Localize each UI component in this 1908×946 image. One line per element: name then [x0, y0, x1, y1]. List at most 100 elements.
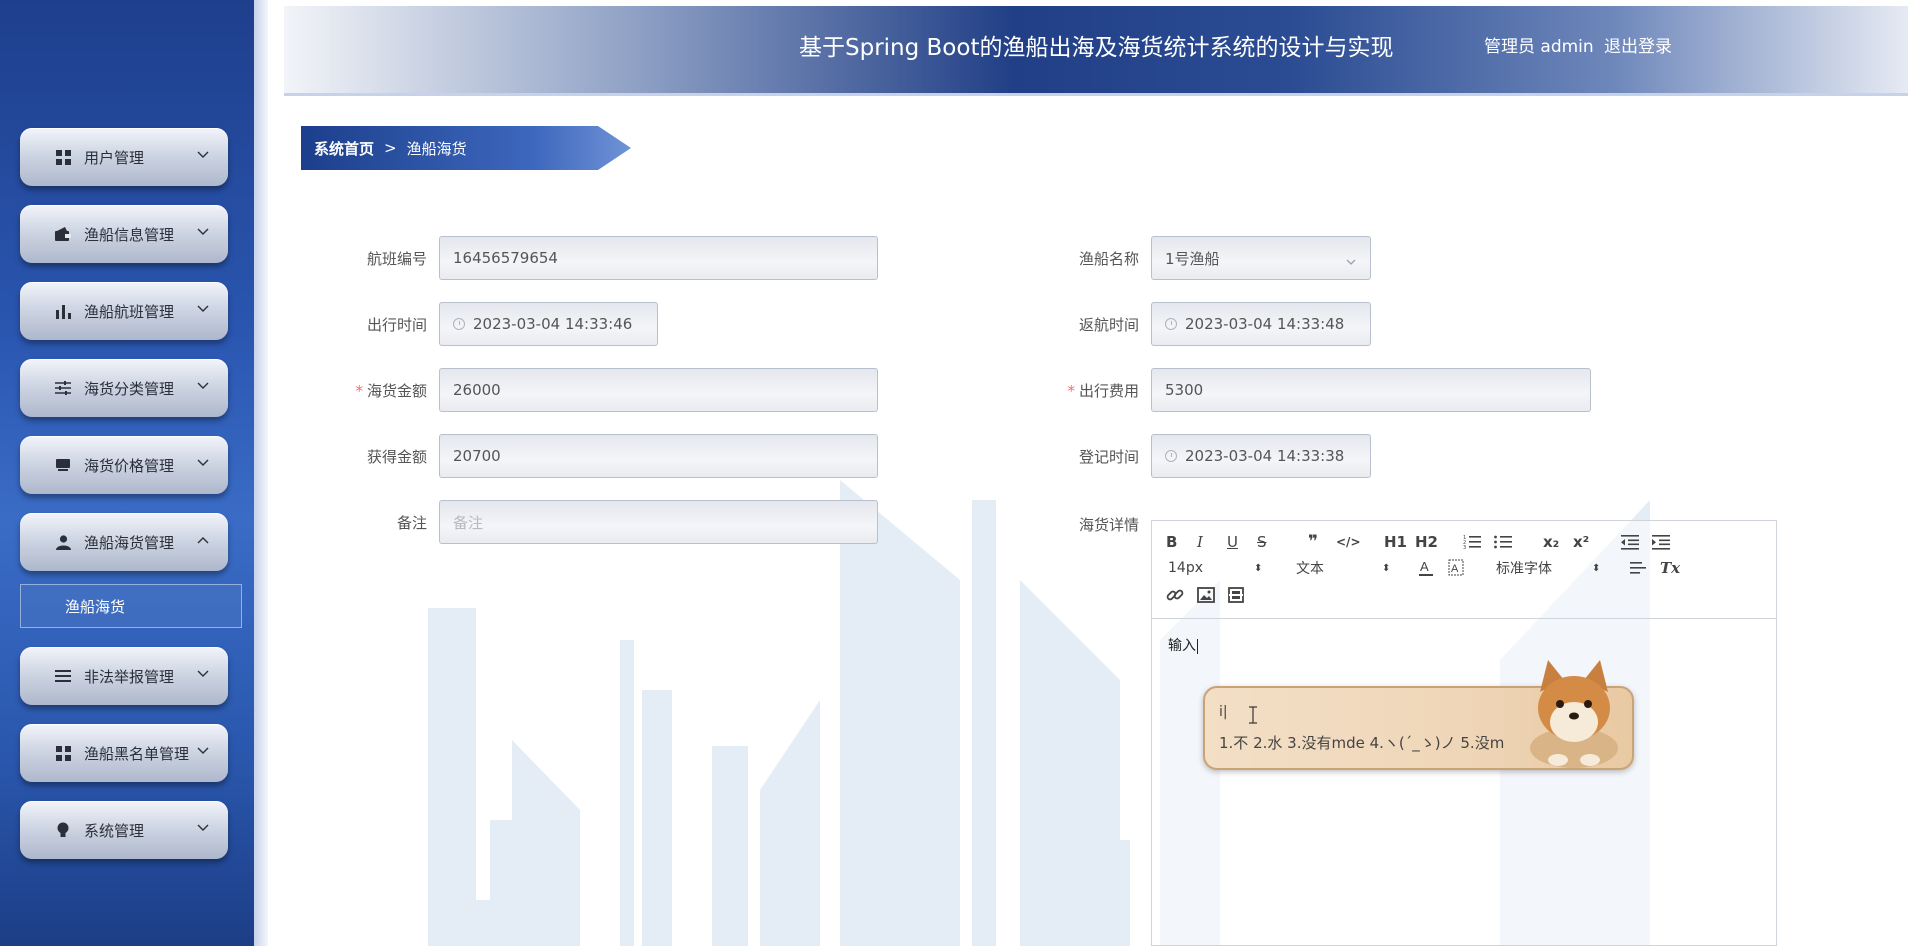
code-block-button[interactable]: </> — [1336, 531, 1361, 553]
return-time-picker[interactable]: 2023-03-04 14:33:48 — [1151, 302, 1371, 346]
clear-format-button[interactable]: Tx — [1660, 557, 1680, 579]
font-family-select[interactable]: 标准字体 ⬍ — [1496, 557, 1606, 579]
wallet-icon — [54, 225, 72, 243]
sidebar-item-boat-info[interactable]: 渔船信息管理 — [20, 205, 228, 263]
subscript-button[interactable]: x₂ — [1543, 531, 1559, 553]
chevron-down-icon — [196, 301, 210, 315]
chevron-down-icon — [196, 378, 210, 392]
font-size-value: 14px — [1168, 560, 1203, 576]
flight-no-label: 航班编号 — [366, 250, 427, 268]
superscript-button[interactable]: x² — [1573, 531, 1589, 553]
sidebar-subitem-label: 渔船海货 — [65, 597, 126, 616]
updown-arrow-icon: ⬍ — [1382, 562, 1391, 574]
list-icon — [54, 667, 72, 685]
breadcrumb-home-link[interactable]: 系统首页 — [314, 138, 374, 159]
block-type-select[interactable]: 文本 ⬍ — [1296, 557, 1396, 579]
ime-candidate-popup: i| 1.不 2.水 3.没有mde 4.ヽ(´_ゝ)ノ 5.没m — [1203, 660, 1634, 770]
grid-icon — [54, 744, 72, 762]
breadcrumb-separator: > — [384, 139, 397, 157]
travel-cost-input[interactable]: 5300 — [1151, 368, 1591, 412]
svg-text:A: A — [1451, 563, 1459, 575]
seafood-amount-value: 26000 — [453, 381, 501, 399]
link-icon[interactable] — [1166, 584, 1184, 606]
ime-composition-text: i| — [1219, 704, 1228, 720]
remark-label: 备注 — [396, 514, 427, 532]
chevron-down-icon — [196, 147, 210, 161]
sidebar-item-label: 渔船信息管理 — [84, 225, 175, 244]
chevron-down-icon — [1346, 253, 1356, 265]
earned-amount-label: 获得金额 — [366, 448, 427, 466]
sidebar-item-illegal-report[interactable]: 非法举报管理 — [20, 647, 228, 705]
top-header: 基于Spring Boot的渔船出海及海货统计系统的设计与实现 管理员 admi… — [284, 6, 1908, 96]
updown-arrow-icon: ⬍ — [1592, 562, 1601, 574]
earned-amount-input[interactable]: 20700 — [439, 434, 878, 478]
indent-icon[interactable] — [1652, 531, 1670, 553]
chevron-down-icon — [196, 224, 210, 238]
blockquote-button[interactable]: ❞ — [1308, 531, 1318, 553]
outdent-icon[interactable] — [1621, 531, 1639, 553]
return-time-value: 2023-03-04 14:33:48 — [1185, 315, 1345, 333]
heading-2-button[interactable]: H2 — [1415, 531, 1438, 553]
bulb-icon — [54, 821, 72, 839]
image-icon[interactable] — [1197, 584, 1215, 606]
sidebar-item-label: 海货价格管理 — [84, 456, 175, 475]
remark-placeholder: 备注 — [453, 513, 484, 532]
sidebar-item-label: 海货分类管理 — [84, 379, 175, 398]
svg-text:A: A — [1420, 559, 1429, 574]
seafood-amount-input[interactable]: 26000 — [439, 368, 878, 412]
font-family-value: 标准字体 — [1496, 561, 1552, 577]
sidebar-item-label: 渔船黑名单管理 — [84, 744, 190, 763]
ime-candidate-list[interactable]: 1.不 2.水 3.没有mde 4.ヽ(´_ゝ)ノ 5.没m — [1219, 732, 1504, 753]
sidebar-subitem-boat-seafood[interactable]: 渔船海货 — [20, 584, 242, 628]
boat-name-select[interactable]: 1号渔船 — [1151, 236, 1371, 280]
shiba-dog-skin-icon — [1530, 660, 1618, 768]
font-size-select[interactable]: 14px ⬍ — [1168, 557, 1268, 579]
ordered-list-icon[interactable]: 123 — [1463, 531, 1481, 553]
background-color-icon[interactable]: A — [1448, 557, 1464, 579]
seafood-amount-label: * 海货金额 — [287, 380, 427, 401]
depart-time-picker[interactable]: 2023-03-04 14:33:46 — [439, 302, 658, 346]
boat-name-value: 1号渔船 — [1165, 249, 1220, 268]
register-time-picker[interactable]: 2023-03-04 14:33:38 — [1151, 434, 1371, 478]
earned-amount-value: 20700 — [453, 447, 501, 465]
sidebar-item-user-management[interactable]: 用户管理 — [20, 128, 228, 186]
travel-cost-value: 5300 — [1165, 381, 1204, 399]
boat-name-label: 渔船名称 — [1078, 250, 1139, 268]
breadcrumb-current: 渔船海货 — [406, 139, 467, 158]
sliders-icon — [54, 379, 72, 397]
strikethrough-button[interactable]: S — [1257, 531, 1267, 553]
underline-button[interactable]: U — [1227, 531, 1238, 553]
video-icon[interactable] — [1228, 584, 1244, 606]
sidebar-item-seafood-category[interactable]: 海货分类管理 — [20, 359, 228, 417]
app-window: 用户管理 渔船信息管理 渔船航班管理 海货分类管理 海货价格管理 渔船海货管理 … — [0, 0, 1908, 946]
chevron-down-icon — [196, 820, 210, 834]
grid-icon — [54, 148, 72, 166]
sidebar-item-boat-flight[interactable]: 渔船航班管理 — [20, 282, 228, 340]
bullet-list-icon[interactable] — [1494, 531, 1512, 553]
logout-link[interactable]: 退出登录 — [1604, 32, 1672, 57]
heading-1-button[interactable]: H1 — [1384, 531, 1407, 553]
sidebar-item-system-management[interactable]: 系统管理 — [20, 801, 228, 859]
chevron-down-icon — [196, 455, 210, 469]
chevron-up-icon — [196, 532, 210, 546]
register-time-label: 登记时间 — [1078, 448, 1139, 466]
sidebar-item-boat-blacklist[interactable]: 渔船黑名单管理 — [20, 724, 228, 782]
clock-icon — [453, 318, 465, 330]
svg-text:3: 3 — [1463, 545, 1466, 550]
return-time-label: 返航时间 — [1078, 316, 1139, 334]
clock-icon — [1165, 318, 1177, 330]
font-color-icon[interactable]: A — [1418, 557, 1434, 579]
current-user: 管理员 admin — [1484, 37, 1594, 57]
user-icon — [54, 533, 72, 551]
chevron-down-icon — [196, 743, 210, 757]
remark-input[interactable]: 备注 — [439, 500, 878, 544]
clock-icon — [1165, 450, 1177, 462]
sidebar-item-seafood-price[interactable]: 海货价格管理 — [20, 436, 228, 494]
flight-no-input[interactable]: 16456579654 — [439, 236, 878, 280]
sidebar-item-label: 用户管理 — [84, 148, 145, 167]
bold-button[interactable]: B — [1166, 531, 1177, 553]
align-left-icon[interactable] — [1630, 557, 1646, 579]
italic-button[interactable]: I — [1197, 531, 1203, 553]
sidebar-item-boat-seafood[interactable]: 渔船海货管理 — [20, 513, 228, 571]
editor-content-area[interactable]: 输入 — [1168, 635, 1198, 655]
